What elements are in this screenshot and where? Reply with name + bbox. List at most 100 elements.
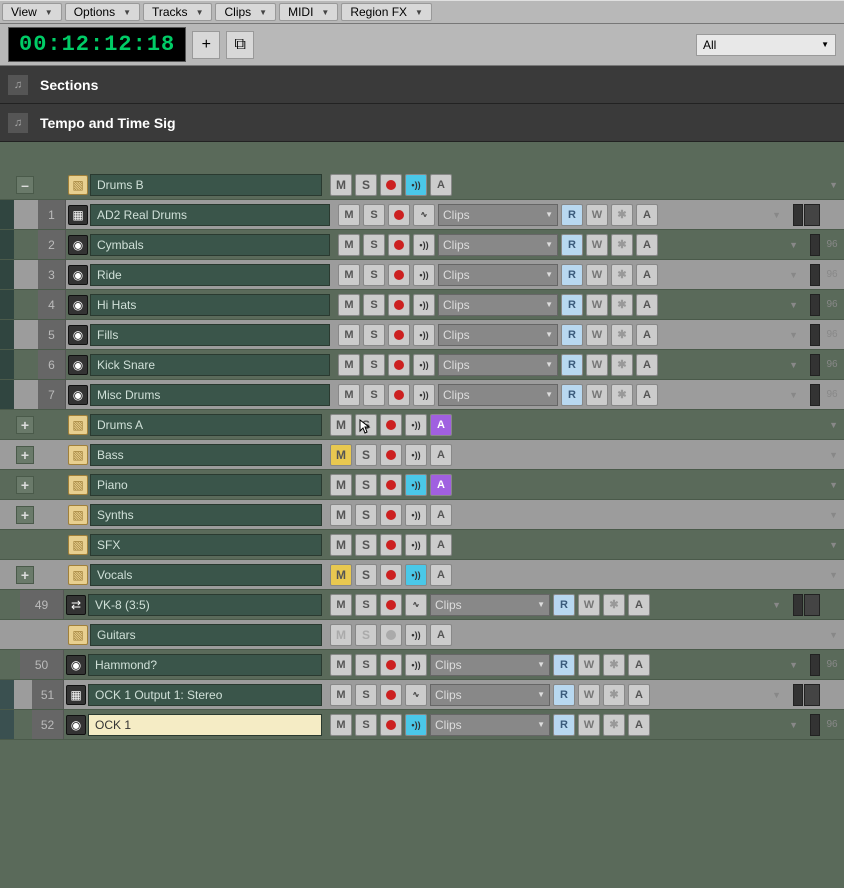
- track-name-input[interactable]: Hi Hats: [90, 294, 330, 316]
- record-arm-button[interactable]: [388, 234, 410, 256]
- input-echo-button[interactable]: •)): [405, 564, 427, 586]
- edit-filter-select[interactable]: Clips▼: [438, 294, 558, 316]
- chevron-down-icon[interactable]: ▼: [829, 540, 844, 550]
- freeze-button[interactable]: ✱: [611, 204, 633, 226]
- record-arm-button[interactable]: [380, 624, 402, 646]
- archive-button[interactable]: A: [636, 324, 658, 346]
- edit-filter-select[interactable]: Clips▼: [438, 354, 558, 376]
- automation-read-button[interactable]: R: [561, 234, 583, 256]
- chevron-down-icon[interactable]: ▼: [789, 360, 804, 370]
- automation-read-button[interactable]: R: [561, 324, 583, 346]
- input-echo-button[interactable]: •)): [413, 294, 435, 316]
- sections-header[interactable]: ♫ Sections: [0, 66, 844, 104]
- track-row[interactable]: 50◉Hammond? M S •)) Clips▼ R W ✱ A ▼96: [0, 650, 844, 680]
- chevron-down-icon[interactable]: ▼: [829, 180, 844, 190]
- expand-button[interactable]: +: [16, 566, 34, 584]
- track-row[interactable]: 2◉Cymbals M S •)) Clips▼ R W ✱ A ▼96: [0, 230, 844, 260]
- chevron-down-icon[interactable]: ▼: [789, 720, 804, 730]
- input-echo-button[interactable]: •)): [405, 414, 427, 436]
- automation-read-button[interactable]: R: [561, 354, 583, 376]
- track-row[interactable]: 3◉Ride M S •)) Clips▼ R W ✱ A ▼96: [0, 260, 844, 290]
- record-arm-button[interactable]: [388, 204, 410, 226]
- solo-button[interactable]: S: [355, 174, 377, 196]
- mute-button[interactable]: M: [338, 264, 360, 286]
- input-echo-button[interactable]: •)): [405, 534, 427, 556]
- mute-button[interactable]: M: [330, 414, 352, 436]
- chevron-down-icon[interactable]: ▼: [789, 660, 804, 670]
- solo-button[interactable]: S: [363, 354, 385, 376]
- automation-write-button[interactable]: W: [586, 294, 608, 316]
- menu-options[interactable]: Options▼: [65, 3, 140, 21]
- track-name-input[interactable]: SFX: [90, 534, 322, 556]
- menu-midi[interactable]: MIDI▼: [279, 3, 338, 21]
- menu-tracks[interactable]: Tracks▼: [143, 3, 212, 21]
- freeze-button[interactable]: ✱: [603, 594, 625, 616]
- record-arm-button[interactable]: [388, 384, 410, 406]
- timecode-display[interactable]: 00:12:12:18: [8, 27, 186, 62]
- expand-button[interactable]: –: [16, 176, 34, 194]
- filter-select[interactable]: All▼: [696, 34, 836, 56]
- track-name-input[interactable]: Cymbals: [90, 234, 330, 256]
- track-name-input[interactable]: Fills: [90, 324, 330, 346]
- edit-filter-select[interactable]: Clips▼: [438, 324, 558, 346]
- waveform-button[interactable]: ∿: [405, 684, 427, 706]
- track-row[interactable]: 52◉OCK 1 M S •)) Clips▼ R W ✱ A ▼96: [0, 710, 844, 740]
- solo-button[interactable]: S: [355, 474, 377, 496]
- input-echo-button[interactable]: •)): [413, 324, 435, 346]
- automation-write-button[interactable]: W: [586, 234, 608, 256]
- edit-filter-select[interactable]: Clips▼: [438, 264, 558, 286]
- archive-button[interactable]: A: [636, 384, 658, 406]
- record-arm-button[interactable]: [380, 564, 402, 586]
- input-echo-button[interactable]: •)): [405, 714, 427, 736]
- track-name-input[interactable]: Guitars: [90, 624, 322, 646]
- automation-read-button[interactable]: R: [553, 684, 575, 706]
- automation-button[interactable]: A: [430, 414, 452, 436]
- input-echo-button[interactable]: •)): [405, 444, 427, 466]
- track-name-input[interactable]: AD2 Real Drums: [90, 204, 330, 226]
- waveform-button[interactable]: ∿: [413, 204, 435, 226]
- track-row[interactable]: 51▦OCK 1 Output 1: Stereo M S ∿ Clips▼ R…: [0, 680, 844, 710]
- mute-button[interactable]: M: [330, 534, 352, 556]
- freeze-button[interactable]: ✱: [603, 684, 625, 706]
- mute-button[interactable]: M: [330, 444, 352, 466]
- automation-button[interactable]: A: [430, 444, 452, 466]
- freeze-button[interactable]: ✱: [611, 384, 633, 406]
- automation-write-button[interactable]: W: [586, 384, 608, 406]
- freeze-button[interactable]: ✱: [611, 264, 633, 286]
- record-arm-button[interactable]: [380, 414, 402, 436]
- mute-button[interactable]: M: [330, 654, 352, 676]
- chevron-down-icon[interactable]: ▼: [789, 240, 804, 250]
- automation-write-button[interactable]: W: [578, 654, 600, 676]
- input-echo-button[interactable]: •)): [413, 264, 435, 286]
- solo-button[interactable]: S: [363, 324, 385, 346]
- track-name-input[interactable]: OCK 1: [88, 714, 322, 736]
- mute-button[interactable]: M: [330, 684, 352, 706]
- record-arm-button[interactable]: [380, 714, 402, 736]
- chevron-down-icon[interactable]: ▼: [789, 270, 804, 280]
- input-echo-button[interactable]: •)): [413, 234, 435, 256]
- solo-button[interactable]: S: [363, 264, 385, 286]
- mute-button[interactable]: M: [338, 384, 360, 406]
- automation-read-button[interactable]: R: [561, 384, 583, 406]
- waveform-button[interactable]: ∿: [405, 594, 427, 616]
- chevron-down-icon[interactable]: ▼: [829, 450, 844, 460]
- freeze-button[interactable]: ✱: [611, 294, 633, 316]
- record-arm-button[interactable]: [380, 594, 402, 616]
- solo-button[interactable]: S: [355, 564, 377, 586]
- automation-read-button[interactable]: R: [561, 264, 583, 286]
- record-arm-button[interactable]: [380, 444, 402, 466]
- track-name-input[interactable]: Synths: [90, 504, 322, 526]
- expand-button[interactable]: +: [16, 506, 34, 524]
- solo-button[interactable]: S: [355, 594, 377, 616]
- record-arm-button[interactable]: [380, 654, 402, 676]
- solo-button[interactable]: S: [355, 444, 377, 466]
- track-name-input[interactable]: OCK 1 Output 1: Stereo: [88, 684, 322, 706]
- mute-button[interactable]: M: [330, 474, 352, 496]
- edit-filter-select[interactable]: Clips▼: [430, 654, 550, 676]
- archive-button[interactable]: A: [636, 234, 658, 256]
- track-row[interactable]: +▧Vocals M S •)) A ▼: [0, 560, 844, 590]
- track-row[interactable]: +▧Synths M S •)) A ▼: [0, 500, 844, 530]
- track-name-input[interactable]: Hammond?: [88, 654, 322, 676]
- input-echo-button[interactable]: •)): [405, 654, 427, 676]
- automation-read-button[interactable]: R: [561, 294, 583, 316]
